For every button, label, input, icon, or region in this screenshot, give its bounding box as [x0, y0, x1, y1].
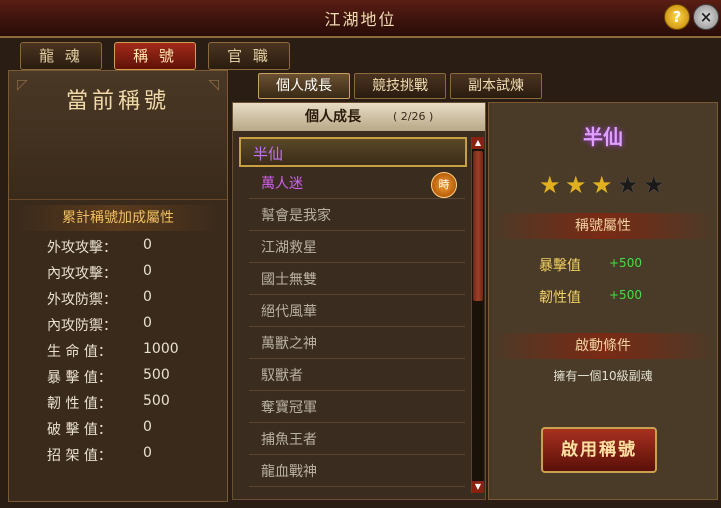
attr-value: 0 [143, 289, 152, 305]
attr-row: 外攻防禦： 0 [9, 289, 227, 315]
attr-value: 500 [143, 393, 170, 409]
list-item[interactable]: 龍血戰神 [249, 457, 465, 487]
list-scrollbar[interactable]: ▲ ▼ [471, 137, 484, 493]
list-item[interactable]: 幫會是我家 [249, 201, 465, 231]
prop-label: 暴擊值 [539, 258, 581, 274]
attr-label: 外攻攻擊： [47, 240, 117, 256]
subtab-dungeon-trial[interactable]: 副本試煉 [450, 73, 542, 99]
list-header: 個人成長 ( 2/26 ) [233, 103, 485, 131]
attr-row: 內攻攻擊： 0 [9, 263, 227, 289]
attr-label: 內攻攻擊： [47, 266, 117, 282]
props-header: 稱號屬性 [489, 213, 717, 239]
attr-label: 韌 性 值： [47, 396, 112, 412]
help-button[interactable]: ? [664, 4, 690, 30]
title-bar: 江湖地位 ? × [0, 0, 721, 38]
attr-label: 外攻防禦： [47, 292, 117, 308]
attr-row: 破 擊 值： 0 [9, 419, 227, 445]
star-empty-icon: ★ [617, 171, 639, 199]
window-title: 江湖地位 [324, 10, 397, 29]
tab-dragon-soul[interactable]: 龍 魂 [20, 42, 102, 70]
attr-label: 破 擊 值： [47, 422, 112, 438]
scroll-up-arrow-icon[interactable]: ▲ [472, 137, 484, 149]
scroll-down-arrow-icon[interactable]: ▼ [472, 481, 484, 493]
tab-official-rank[interactable]: 官 職 [208, 42, 290, 70]
attr-value: 500 [143, 367, 170, 383]
attr-value: 0 [143, 419, 152, 435]
attr-value: 1000 [143, 341, 179, 357]
attr-row: 暴 擊 值： 500 [9, 367, 227, 393]
attr-value: 0 [143, 263, 152, 279]
prop-label: 韌性值 [539, 290, 581, 306]
attr-row: 外攻攻擊： 0 [9, 237, 227, 263]
attr-value: 0 [143, 315, 152, 331]
title-list-panel: 個人成長 ( 2/26 ) 半仙 萬人迷 時 幫會是我家 江湖救星 國士無雙 絕代… [232, 102, 486, 500]
title-detail-panel: 半仙 ★ ★ ★ ★ ★ 稱號屬性 暴擊值 +500 韌性值 +500 啟動條件 擁… [488, 102, 718, 500]
tab-titles[interactable]: 稱 號 [114, 42, 196, 70]
attr-label: 暴 擊 值： [47, 370, 112, 386]
list-header-title: 個人成長 [305, 109, 361, 125]
selected-title-name: 半仙 [583, 125, 623, 149]
list-item[interactable]: 馭獸者 [249, 361, 465, 391]
attr-label: 內攻防禦： [47, 318, 117, 334]
attr-header: 累計稱號加成屬性 [15, 205, 221, 231]
current-title-box: ◸ ◹ 當前稱號 [9, 71, 227, 200]
list-item[interactable]: 江湖救星 [249, 233, 465, 263]
list-item[interactable]: 萬獸之神 [249, 329, 465, 359]
time-limited-badge: 時 [431, 172, 457, 198]
attr-label: 招 架 值： [47, 448, 112, 464]
list-item[interactable]: 奪寶冠軍 [249, 393, 465, 423]
attr-row: 韌 性 值： 500 [9, 393, 227, 419]
prop-value: +500 [609, 256, 642, 270]
list-item[interactable]: 絕代風華 [249, 297, 465, 327]
close-button[interactable]: × [693, 4, 719, 30]
subtab-arena-challenge[interactable]: 競技挑戰 [354, 73, 446, 99]
activate-title-button[interactable]: 啟用稱號 [541, 427, 657, 473]
star-filled-icon: ★ [591, 171, 613, 199]
left-panel: ◸ ◹ 當前稱號 累計稱號加成屬性 外攻攻擊： 0 內攻攻擊： 0 外攻防禦： 0 內… [8, 70, 228, 502]
attr-value: 0 [143, 445, 152, 461]
activation-condition: 擁有一個10級副魂 [553, 369, 653, 383]
attr-label: 生 命 值： [47, 344, 112, 360]
current-title-label: 當前稱號 [65, 89, 170, 114]
title-window: 江湖地位 ? × 龍 魂 稱 號 官 職 ◸ ◹ 當前稱號 累計稱號加成屬性 外… [0, 0, 721, 508]
prop-value: +500 [609, 288, 642, 302]
list-item[interactable]: 國士無雙 [249, 265, 465, 295]
scroll-thumb[interactable] [473, 151, 483, 301]
subtab-personal-growth[interactable]: 個人成長 [258, 73, 350, 99]
list-item[interactable]: 半仙 [239, 137, 467, 167]
list-item[interactable]: 捕魚王者 [249, 425, 465, 455]
list-count: ( 2/26 ) [393, 110, 434, 123]
star-filled-icon: ★ [539, 171, 561, 199]
attr-value: 0 [143, 237, 152, 253]
attr-row: 生 命 值： 1000 [9, 341, 227, 367]
attr-row: 招 架 值： 0 [9, 445, 227, 471]
attr-row: 內攻防禦： 0 [9, 315, 227, 341]
list-item-label: 萬人迷 [261, 176, 303, 192]
star-empty-icon: ★ [643, 171, 665, 199]
star-filled-icon: ★ [565, 171, 587, 199]
cond-header: 啟動條件 [489, 333, 717, 359]
list-item[interactable]: 萬人迷 時 [249, 169, 465, 199]
